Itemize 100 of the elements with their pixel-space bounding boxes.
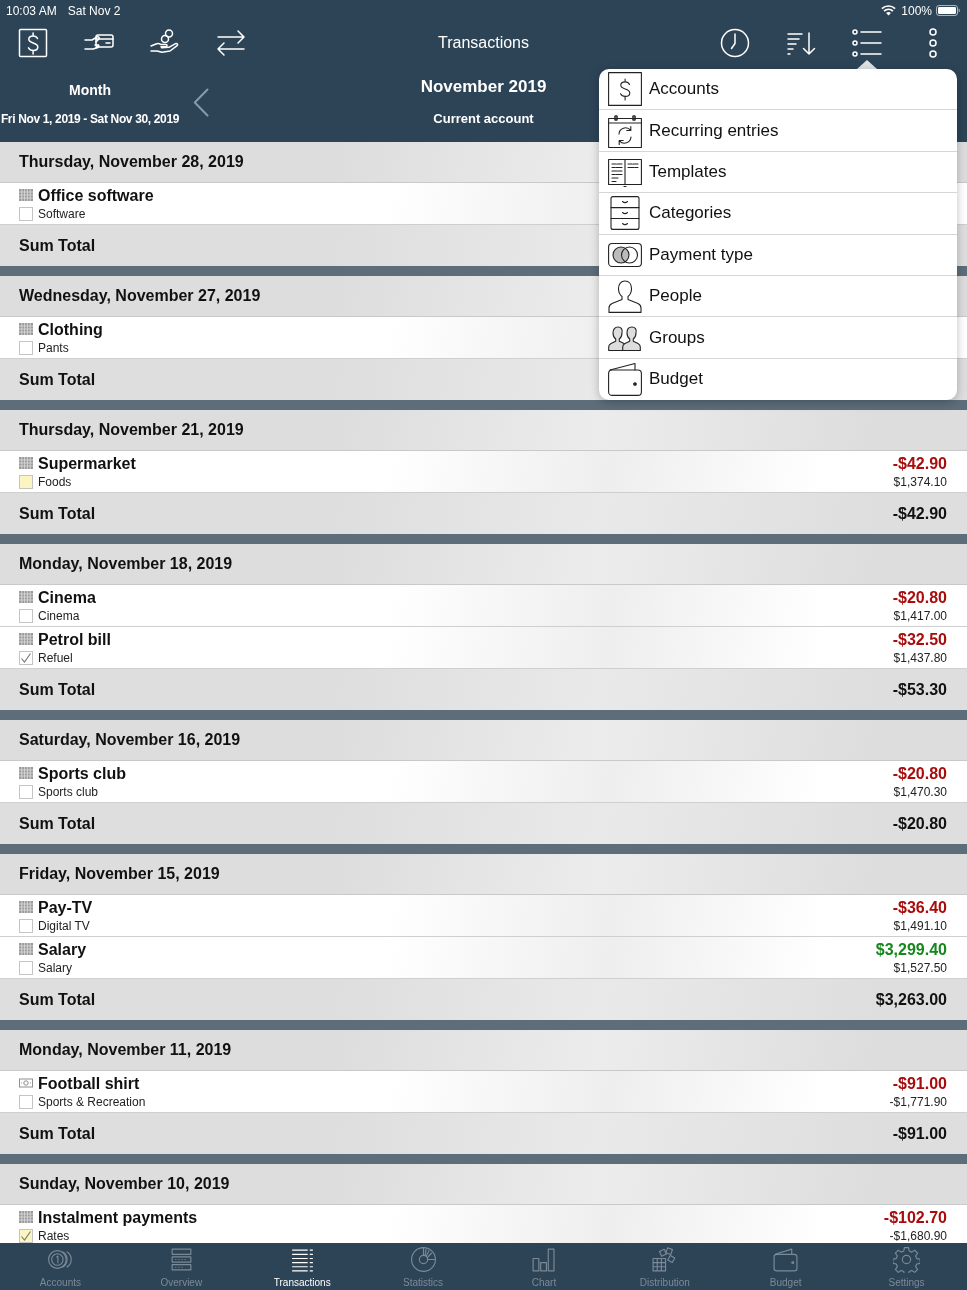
category-name: Sports & Recreation <box>38 1094 146 1110</box>
transaction-row[interactable]: Pay-TV Digital TV -$36.40 $1,491.10 <box>0 895 967 937</box>
grid-icon <box>19 323 33 335</box>
status-time: 10:03 AM <box>6 3 57 18</box>
menu-item[interactable]: Budget <box>599 358 957 401</box>
day-header: Monday, November 11, 2019 <box>0 1030 967 1071</box>
transaction-row[interactable]: Supermarket Foods -$42.90 $1,374.10 <box>0 451 967 493</box>
wallet-icon <box>772 1246 800 1273</box>
transaction-title: Supermarket <box>38 453 136 473</box>
list-icon[interactable] <box>851 26 883 59</box>
transaction-amount: -$20.80 <box>892 763 947 783</box>
grid-icon <box>19 1211 33 1223</box>
running-balance: -$1,771.90 <box>889 1094 947 1110</box>
sum-label: Sum Total <box>19 369 96 390</box>
transaction-row[interactable]: Petrol bill Refuel -$32.50 $1,437.80 <box>0 627 967 669</box>
checkbox[interactable] <box>19 609 33 623</box>
checkbox[interactable] <box>19 961 33 975</box>
period-mode[interactable]: Month <box>69 81 111 99</box>
sum-value: -$53.30 <box>892 679 947 700</box>
wallet-icon <box>608 362 642 397</box>
running-balance: $1,527.50 <box>893 960 947 976</box>
sum-label: Sum Total <box>19 989 96 1010</box>
running-balance: $1,437.80 <box>893 650 947 666</box>
category-name: Software <box>38 206 86 222</box>
chevron-left-icon[interactable] <box>193 88 209 117</box>
wifi-icon <box>881 5 897 16</box>
checkbox[interactable] <box>19 1229 33 1243</box>
transaction-amount: -$42.90 <box>892 453 947 473</box>
clock-icon[interactable] <box>719 26 751 59</box>
bar-chart-icon <box>530 1246 558 1273</box>
grid-icon <box>19 189 33 201</box>
menu-item[interactable]: Groups <box>599 317 957 359</box>
grid-icon <box>19 591 33 603</box>
menu-item[interactable]: Recurring entries <box>599 110 957 152</box>
grid-icon <box>19 633 33 645</box>
sum-label: Sum Total <box>19 679 96 700</box>
sum-value: -$20.80 <box>892 813 947 834</box>
menu-item[interactable]: Accounts <box>599 69 957 111</box>
transaction-row[interactable]: Sports club Sports club -$20.80 $1,470.30 <box>0 761 967 803</box>
grid-icon <box>19 901 33 913</box>
category-name: Digital TV <box>38 918 90 934</box>
checkbox[interactable] <box>19 785 33 799</box>
category-name: Sports club <box>38 784 99 800</box>
checkbox[interactable] <box>19 341 33 355</box>
battery-percentage: 100% <box>901 3 932 18</box>
checkbox[interactable] <box>19 919 33 933</box>
running-balance: $1,417.00 <box>893 608 947 624</box>
category-name: Foods <box>38 474 72 490</box>
category-name: Cinema <box>38 608 80 624</box>
checkbox[interactable] <box>19 207 33 221</box>
settings-icon <box>893 1246 921 1273</box>
checkbox[interactable] <box>19 1095 33 1109</box>
sum-value: $3,263.00 <box>875 989 947 1010</box>
grid-icon <box>19 767 33 779</box>
day-header: Monday, November 18, 2019 <box>0 544 967 585</box>
popover-pointer-icon <box>857 60 877 69</box>
day-header: Saturday, November 16, 2019 <box>0 720 967 761</box>
transaction-amount: -$102.70 <box>883 1207 947 1227</box>
checkbox[interactable] <box>19 475 33 489</box>
account-name[interactable]: Current account <box>433 111 534 127</box>
transaction-title: Clothing <box>38 319 103 339</box>
menu-item[interactable]: People <box>599 275 957 318</box>
drawer-cabinet-icon <box>608 196 642 231</box>
dollar-icon[interactable] <box>17 26 49 59</box>
menu-item[interactable]: Payment type <box>599 234 957 276</box>
sum-label: Sum Total <box>19 503 96 524</box>
transaction-title: Sports club <box>38 763 126 783</box>
transaction-row[interactable]: Cinema Cinema -$20.80 $1,417.00 <box>0 585 967 627</box>
running-balance: $1,374.10 <box>893 474 947 490</box>
category-name: Pants <box>38 340 69 356</box>
transaction-title: Petrol bill <box>38 629 111 649</box>
transaction-row[interactable]: Football shirt Sports & Recreation -$91.00 -$1,771.90 <box>0 1071 967 1113</box>
transaction-amount: -$20.80 <box>892 587 947 607</box>
menu-item[interactable]: Categories <box>599 193 957 235</box>
day-header: Friday, November 15, 2019 <box>0 854 967 895</box>
transaction-title: Office software <box>38 185 154 205</box>
transaction-title: Football shirt <box>38 1073 140 1093</box>
tab[interactable]: Transactions <box>241 1243 363 1290</box>
dollar-icon <box>608 72 642 107</box>
sum-value: -$91.00 <box>892 1123 947 1144</box>
sum-label: Sum Total <box>19 813 96 834</box>
grid-icon <box>19 943 33 955</box>
person-icon <box>608 279 642 314</box>
banknote-icon <box>19 1077 33 1089</box>
transaction-title: Instalment payments <box>38 1207 198 1227</box>
period-title: November 2019 <box>420 77 547 97</box>
running-balance: $1,470.30 <box>893 784 947 800</box>
transaction-title: Cinema <box>38 587 96 607</box>
running-balance: $1,491.10 <box>893 918 947 934</box>
date-range: Fri Nov 1, 2019 - Sat Nov 30, 2019 <box>0 112 180 126</box>
sum-value: -$42.90 <box>892 503 947 524</box>
sum-label: Sum Total <box>19 1123 96 1144</box>
menu-item[interactable]: Templates <box>599 151 957 194</box>
battery-icon <box>936 5 960 16</box>
transaction-row[interactable]: Salary Salary $3,299.40 $1,527.50 <box>0 937 967 979</box>
category-name: Rates <box>38 1228 70 1243</box>
checkbox[interactable] <box>19 651 33 665</box>
screen-title: Transactions <box>438 32 529 53</box>
transaction-amount: $3,299.40 <box>875 939 947 959</box>
transaction-title: Salary <box>38 939 87 959</box>
